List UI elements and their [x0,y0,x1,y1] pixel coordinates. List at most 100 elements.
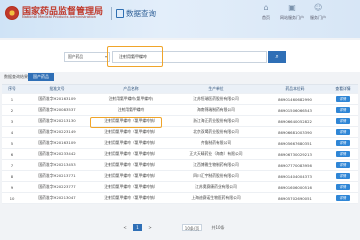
detail-button[interactable]: 详情 [336,184,350,190]
page-size-select[interactable]: 10条/页 [182,224,202,231]
cell-code: 86901460682990 [278,96,312,102]
cell-name: 注射用氨甲蝶呤（氨甲蝶呤钠） [104,151,158,156]
cell-maker: 江苏恒瑞医药股份有限公司 [193,96,239,101]
category-select[interactable]: 国产药品 ▾ [64,52,110,62]
table-row: 6 国药准字H20233442 注射用氨甲蝶呤（氨甲蝶呤钠） 正大天晴药业（海南… [2,149,358,160]
cell-name: 注射用氨甲蝶呤（氨甲蝶呤钠） [104,140,158,145]
table-row: 9 国药准字H20223777 注射用氨甲蝶呤（氨甲蝶呤钠） 江苏奥赛康药业有限… [2,182,358,193]
detail-button[interactable]: 详情 [336,173,350,179]
cell-code: 86906681003390 [278,129,312,135]
cell-action: 详情 [328,149,358,159]
cell-code: 86901506066543 [278,107,312,113]
cell-action: 详情 [328,171,358,181]
home-icon: ⌂ [263,3,269,12]
cell-no: 5 [10,140,14,146]
cell-code: 86907770083956 [278,162,312,168]
cell-maker: 北京双鹭药业股份有限公司 [193,129,239,134]
cell-no: 4 [10,129,14,135]
cell-approval: 国药准字H20223149 [38,129,76,134]
cell-action: 详情 [328,160,358,170]
col-header-action: 查看详情 [335,86,351,91]
page-title: 数据查询 [126,9,156,18]
table-row: 4 国药准字H20223149 注射用氨甲蝶呤（氨甲蝶呤钠） 北京双鹭药业股份有… [2,127,358,138]
category-select-value: 国产药品 [68,54,84,59]
cell-code: 86905702690051 [278,195,312,201]
cell-maker: 浙江海正药业股份有限公司 [193,118,239,123]
cell-maker: 正大天晴药业（海南）有限公司 [189,151,243,156]
detail-button[interactable]: 详情 [336,195,350,201]
col-header-maker: 生产单位 [208,86,224,91]
cell-approval: 国药准字H20213047 [38,195,76,200]
cell-action: 详情 [328,127,358,137]
col-header-name: 产品名称 [123,86,139,91]
table-row: 8 国药准字H20213771 注射用氨甲蝶呤（氨甲蝶呤钠） 四川汇宇制药股份有… [2,171,358,182]
detail-button[interactable]: 详情 [336,140,350,146]
site-header: 国家药品监督管理局 National Medical Products Admi… [0,0,360,38]
cell-name: 注射用氨甲蝶呤（氨甲蝶呤钠） [104,195,158,200]
nav-service-label: 服务门户 [310,15,326,20]
result-bar: 数据查询结果： 国产药品 [0,72,360,82]
cell-approval: 国药准字H20213130 [38,118,76,123]
search-button[interactable]: ⌕ [268,51,286,63]
cell-no: 9 [10,184,14,190]
cell-approval: 国药准字H20163109 [38,96,76,101]
cell-code: 86905667680351 [278,140,312,146]
brand-subtitle: National Medical Products Administration [22,15,96,19]
cell-name: 注射用氨甲蝶呤 [117,107,145,112]
cell-action: 详情 [328,94,358,104]
table-row: 5 国药准字H20163109 注射用氨甲蝶呤（氨甲蝶呤钠） 齐鲁制药有限公司 … [2,138,358,149]
cell-action: 详情 [328,193,358,203]
col-header-code: 药品本位码 [285,86,305,91]
detail-button[interactable]: 详情 [336,162,350,168]
cell-no: 8 [10,173,14,179]
emblem-icon [5,6,19,20]
cell-name: 注射用氨甲蝶呤（氨甲蝶呤钠） [104,184,158,189]
cell-approval: 国药准字H20233442 [38,151,76,156]
total-count: 共10条 [211,225,225,230]
cell-maker: 齐鲁制药有限公司 [200,140,232,145]
cell-no: 2 [10,107,14,113]
pagination: < 1 > 10条/页 共10条 [0,222,360,234]
prev-page-button[interactable]: < [120,224,130,231]
detail-button[interactable]: 详情 [336,118,350,124]
cell-maker: 上海迪赛诺生物医药有限公司 [191,195,241,200]
cell-code: 86906730029213 [278,151,312,157]
table-row: 10 国药准字H20213047 注射用氨甲蝶呤（氨甲蝶呤钠） 上海迪赛诺生物医… [2,193,358,204]
search-icon: ⌕ [275,54,279,60]
cell-action: 详情 [328,182,358,192]
col-header-no: 序号 [8,86,16,91]
cell-no: 7 [10,162,14,168]
cell-approval: 国药准字H20083537 [38,107,76,112]
table-row: 7 国药准字H20213453 注射用氨甲蝶呤（氨甲蝶呤钠） 江西博雅生物制药有… [2,160,358,171]
next-page-button[interactable]: > [145,224,155,231]
result-tag[interactable]: 国产药品 [28,73,54,81]
cell-maker: 江西博雅生物制药有限公司 [193,162,239,167]
cell-approval: 国药准字H20213771 [38,173,76,178]
search-input[interactable] [112,51,267,63]
cell-name: 注射用氨甲蝶呤（氨甲蝶呤钠） [104,129,158,134]
page-number-button[interactable]: 1 [133,224,142,231]
cell-action: 详情 [328,105,358,115]
cell-code: 86906640052822 [278,118,312,124]
detail-button[interactable]: 详情 [336,151,350,157]
cell-name: 注射用氨甲蝶呤（氨甲蝶呤钠） [104,173,158,178]
detail-button[interactable]: 详情 [336,96,350,102]
table-row: 1 国药准字H20163109 注射用氨甲蝶呤(氨甲蝶呤) 江苏恒瑞医药股份有限… [2,94,358,105]
cell-no: 10 [9,195,15,201]
detail-button[interactable]: 详情 [336,129,350,135]
header-divider [111,7,112,20]
cell-no: 3 [10,118,14,124]
database-icon [116,9,124,18]
user-icon: ☺ [314,3,323,12]
cell-maker: 海南锦瑞制药有限公司 [197,107,235,112]
cell-action: 详情 [328,116,358,126]
detail-button[interactable]: 详情 [336,107,350,113]
cell-approval: 国药准字H20223777 [38,184,76,189]
cell-approval: 国药准字H20213453 [38,162,76,167]
col-header-approval: 批准文号 [49,86,65,91]
cell-approval: 国药准字H20163109 [38,140,76,145]
table-header: 序号 批准文号 产品名称 生产单位 药品本位码 查看详情 [2,85,358,94]
nav-service[interactable]: ☺ 服务门户 [298,4,338,21]
cell-maker: 四川汇宇制药股份有限公司 [193,173,239,178]
cell-action: 详情 [328,138,358,148]
